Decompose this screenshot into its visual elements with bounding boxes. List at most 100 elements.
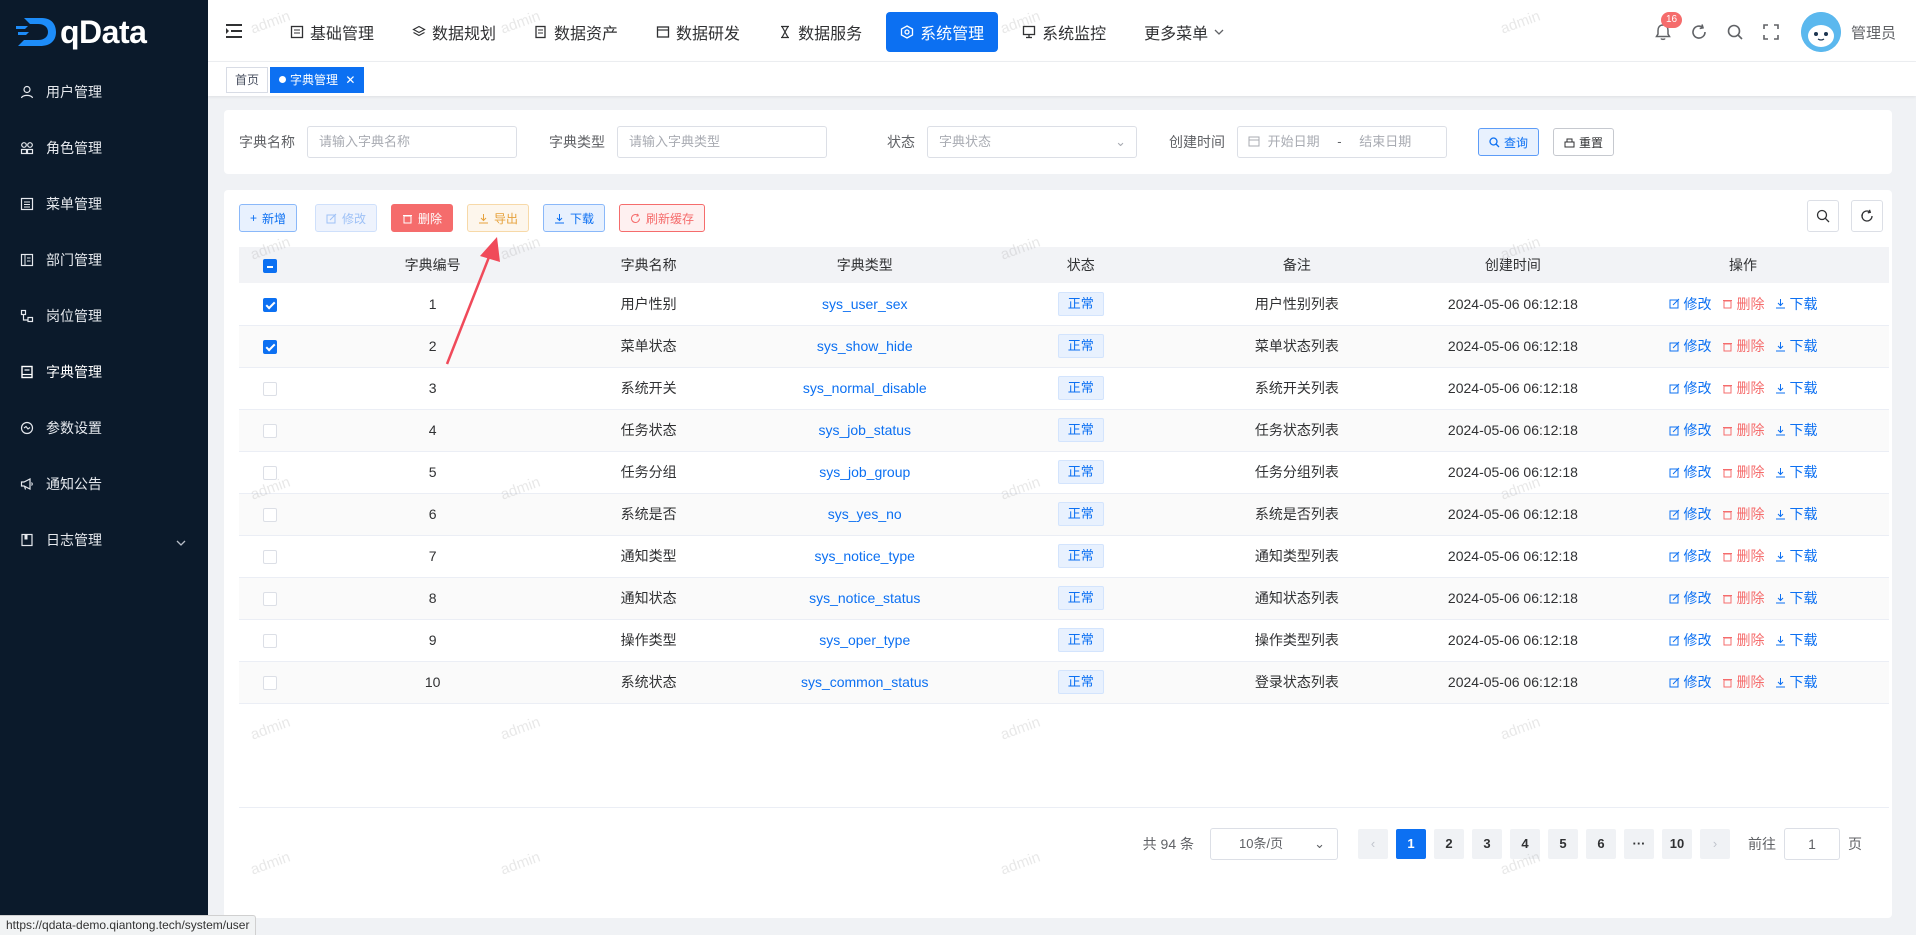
- sidebar-item-post[interactable]: 岗位管理: [0, 288, 208, 344]
- table-row[interactable]: 8 通知状态 sys_notice_status 正常 通知状态列表 2024-05-06…: [239, 577, 1889, 619]
- row-edit-button[interactable]: 修改: [1669, 336, 1712, 356]
- cell-dict-type-link[interactable]: sys_common_status: [733, 661, 997, 703]
- row-checkbox[interactable]: [262, 340, 277, 355]
- dict-type-input[interactable]: 请输入字典类型: [617, 126, 827, 158]
- row-checkbox[interactable]: [262, 634, 277, 649]
- row-download-button[interactable]: 下载: [1775, 546, 1818, 566]
- row-delete-button[interactable]: 删除: [1722, 672, 1765, 692]
- search-icon[interactable]: [1725, 22, 1745, 42]
- row-download-button[interactable]: 下载: [1775, 630, 1818, 650]
- table-row[interactable]: 3 系统开关 sys_normal_disable 正常 系统开关列表 2024-05-0…: [239, 367, 1889, 409]
- page-button[interactable]: 3: [1472, 829, 1502, 859]
- row-download-button[interactable]: 下载: [1775, 672, 1818, 692]
- page-button[interactable]: 4: [1510, 829, 1540, 859]
- select-all-checkbox[interactable]: [262, 259, 277, 274]
- table-row[interactable]: 9 操作类型 sys_oper_type 正常 操作类型列表 2024-05-06 06:…: [239, 619, 1889, 661]
- cell-dict-type-link[interactable]: sys_yes_no: [733, 493, 997, 535]
- sidebar-item-dict[interactable]: 字典管理: [0, 344, 208, 400]
- edit-button[interactable]: 修改: [315, 204, 378, 232]
- row-delete-button[interactable]: 删除: [1722, 294, 1765, 314]
- table-row[interactable]: 1 用户性别 sys_user_sex 正常 用户性别列表 2024-05-06 06:1…: [239, 283, 1889, 325]
- col-dict-id[interactable]: 字典编号: [301, 247, 565, 283]
- refresh-cache-button[interactable]: 刷新缓存: [619, 204, 706, 232]
- row-checkbox[interactable]: [262, 508, 277, 523]
- table-row[interactable]: 7 通知类型 sys_notice_type 正常 通知类型列表 2024-05-06 0…: [239, 535, 1889, 577]
- cell-dict-type-link[interactable]: sys_normal_disable: [733, 367, 997, 409]
- page-button[interactable]: 1: [1396, 829, 1426, 859]
- nav-data-development[interactable]: 数据研发: [642, 12, 754, 52]
- sidebar-item-menu[interactable]: 菜单管理: [0, 176, 208, 232]
- row-edit-button[interactable]: 修改: [1669, 672, 1712, 692]
- cell-dict-type-link[interactable]: sys_job_status: [733, 409, 997, 451]
- nav-data-planning[interactable]: 数据规划: [398, 12, 510, 52]
- goto-page-input[interactable]: 1: [1784, 828, 1840, 860]
- table-row[interactable]: 2 菜单状态 sys_show_hide 正常 菜单状态列表 2024-05-06 06:…: [239, 325, 1889, 367]
- download-button[interactable]: 下载: [543, 204, 606, 232]
- row-checkbox[interactable]: [262, 676, 277, 691]
- row-edit-button[interactable]: 修改: [1669, 378, 1712, 398]
- add-button[interactable]: + 新增: [239, 204, 298, 232]
- row-edit-button[interactable]: 修改: [1669, 630, 1712, 650]
- row-download-button[interactable]: 下载: [1775, 420, 1818, 440]
- tab-dict-management[interactable]: 字典管理 ✕: [270, 67, 365, 93]
- row-edit-button[interactable]: 修改: [1669, 588, 1712, 608]
- nav-data-service[interactable]: 数据服务: [764, 12, 876, 52]
- row-edit-button[interactable]: 修改: [1669, 420, 1712, 440]
- row-edit-button[interactable]: 修改: [1669, 294, 1712, 314]
- cell-dict-type-link[interactable]: sys_job_group: [733, 451, 997, 493]
- page-button[interactable]: 2: [1434, 829, 1464, 859]
- table-row[interactable]: 4 任务状态 sys_job_status 正常 任务状态列表 2024-05-06 06…: [239, 409, 1889, 451]
- delete-button[interactable]: 删除: [391, 204, 454, 232]
- cell-dict-type-link[interactable]: sys_notice_status: [733, 577, 997, 619]
- toggle-search-button[interactable]: [1807, 200, 1839, 232]
- export-button[interactable]: 导出: [467, 204, 530, 232]
- nav-more-menu[interactable]: 更多菜单: [1130, 12, 1238, 52]
- row-download-button[interactable]: 下载: [1775, 504, 1818, 524]
- row-delete-button[interactable]: 删除: [1722, 378, 1765, 398]
- table-row[interactable]: 6 系统是否 sys_yes_no 正常 系统是否列表 2024-05-06 06:12:…: [239, 493, 1889, 535]
- dict-name-input[interactable]: 请输入字典名称: [307, 126, 517, 158]
- user-name[interactable]: 管理员: [1851, 22, 1896, 43]
- row-delete-button[interactable]: 删除: [1722, 420, 1765, 440]
- row-edit-button[interactable]: 修改: [1669, 462, 1712, 482]
- page-size-select[interactable]: 10条/页 ⌄: [1210, 828, 1338, 860]
- row-delete-button[interactable]: 删除: [1722, 546, 1765, 566]
- row-delete-button[interactable]: 删除: [1722, 630, 1765, 650]
- prev-page-button[interactable]: ‹: [1358, 829, 1388, 859]
- sidebar-item-role[interactable]: 角色管理: [0, 120, 208, 176]
- reset-button[interactable]: 重置: [1553, 128, 1615, 156]
- next-page-button[interactable]: ›: [1700, 829, 1730, 859]
- row-download-button[interactable]: 下载: [1775, 462, 1818, 482]
- refresh-icon[interactable]: [1689, 22, 1709, 42]
- sidebar-item-megaphone[interactable]: 通知公告: [0, 456, 208, 512]
- nav-basic-management[interactable]: 基础管理: [276, 12, 388, 52]
- refresh-table-button[interactable]: [1851, 200, 1883, 232]
- close-icon[interactable]: ✕: [345, 73, 355, 87]
- page-button[interactable]: 6: [1586, 829, 1616, 859]
- row-download-button[interactable]: 下载: [1775, 588, 1818, 608]
- row-checkbox[interactable]: [262, 424, 277, 439]
- page-button[interactable]: 5: [1548, 829, 1578, 859]
- row-edit-button[interactable]: 修改: [1669, 504, 1712, 524]
- sidebar-item-log[interactable]: 日志管理: [0, 512, 208, 568]
- cell-dict-type-link[interactable]: sys_show_hide: [733, 325, 997, 367]
- row-delete-button[interactable]: 删除: [1722, 462, 1765, 482]
- query-button[interactable]: 查询: [1478, 128, 1540, 156]
- logo[interactable]: qData: [0, 0, 208, 64]
- page-button[interactable]: 10: [1662, 829, 1692, 859]
- row-delete-button[interactable]: 删除: [1722, 504, 1765, 524]
- cell-dict-type-link[interactable]: sys_oper_type: [733, 619, 997, 661]
- row-checkbox[interactable]: [262, 466, 277, 481]
- user-avatar[interactable]: [1800, 12, 1841, 52]
- cell-dict-type-link[interactable]: sys_user_sex: [733, 283, 997, 325]
- row-download-button[interactable]: 下载: [1775, 294, 1818, 314]
- cell-dict-type-link[interactable]: sys_notice_type: [733, 535, 997, 577]
- row-checkbox[interactable]: [262, 382, 277, 397]
- pagination-more[interactable]: ···: [1624, 829, 1654, 859]
- date-range-picker[interactable]: 开始日期 - 结束日期: [1237, 126, 1447, 158]
- table-row[interactable]: 5 任务分组 sys_job_group 正常 任务分组列表 2024-05-06 06:…: [239, 451, 1889, 493]
- row-checkbox[interactable]: [262, 297, 277, 312]
- tab-home[interactable]: 首页: [226, 67, 269, 93]
- nav-system-management[interactable]: 系统管理: [886, 12, 999, 52]
- sidebar-item-user[interactable]: 用户管理: [0, 64, 208, 120]
